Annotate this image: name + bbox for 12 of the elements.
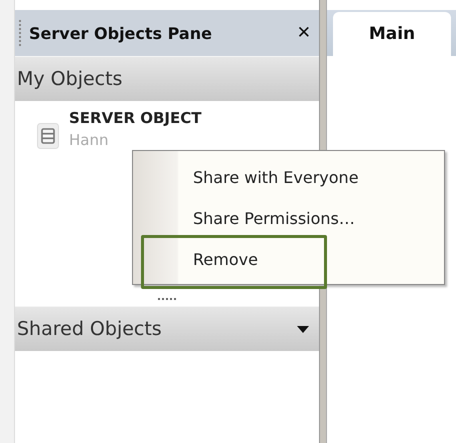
menu-item[interactable]: Share with Everyone (133, 157, 444, 198)
menu-item[interactable]: Share Permissions… (133, 198, 444, 239)
section-header[interactable]: Shared Objects (15, 306, 319, 351)
pane-title: Server Objects Pane (29, 24, 213, 42)
close-button[interactable]: ✕ (296, 23, 311, 43)
object-owner: Hann (69, 131, 110, 149)
object-name: SERVER OBJECT (69, 109, 202, 127)
grip-icon (19, 20, 23, 46)
list-icon (37, 123, 59, 149)
menu-item[interactable]: Remove (133, 239, 444, 280)
section-header[interactable]: My Objects (15, 56, 319, 101)
tab[interactable]: Main (333, 12, 451, 56)
